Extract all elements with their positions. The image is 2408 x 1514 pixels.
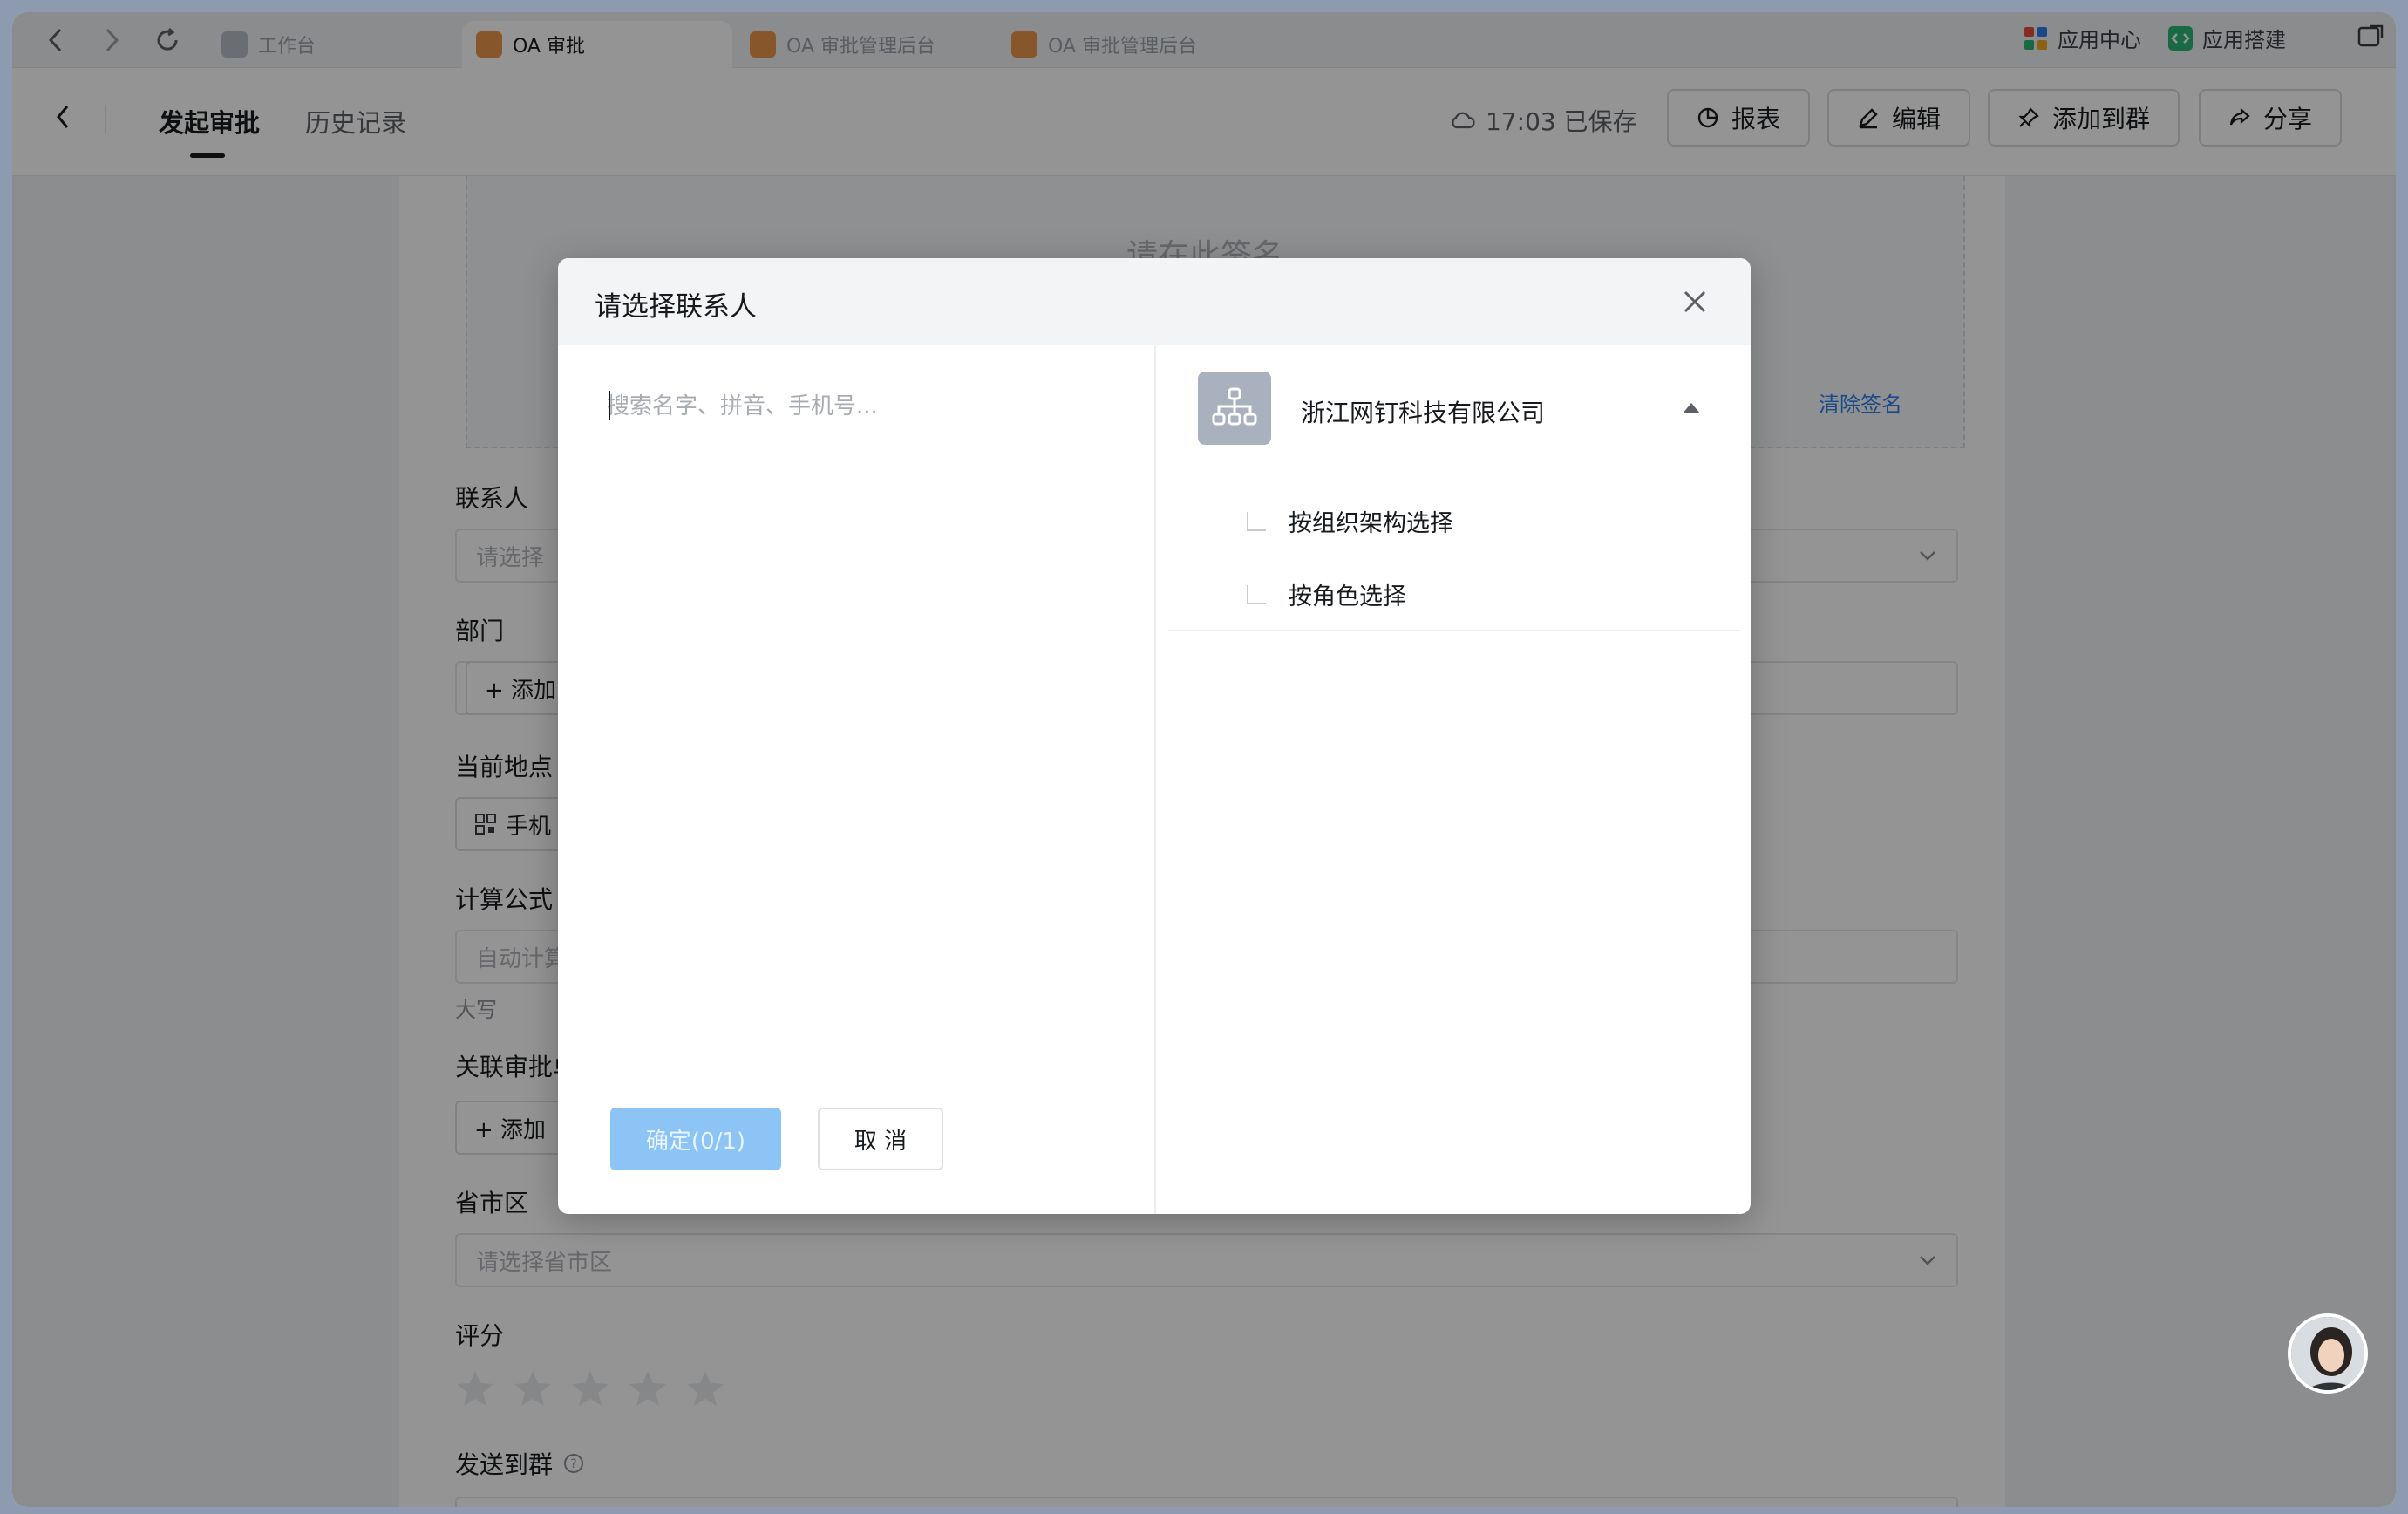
- organization-icon: [1198, 372, 1271, 445]
- select-by-role-option[interactable]: 按角色选择: [1247, 577, 1406, 611]
- dialog-header: 请选择联系人: [558, 258, 1751, 345]
- text-caret: [609, 391, 610, 420]
- close-icon: [1684, 290, 1706, 313]
- select-contact-dialog: 请选择联系人 确定(0/1) 取 消 浙江网钉科技有限公司 按组织架构选择: [558, 258, 1751, 1214]
- options-divider: [1168, 630, 1740, 631]
- confirm-button[interactable]: 确定(0/1): [610, 1108, 781, 1170]
- tree-branch-icon: [1247, 584, 1266, 604]
- tree-branch-icon: [1247, 511, 1266, 531]
- collapse-caret-icon[interactable]: [1683, 403, 1700, 413]
- close-button[interactable]: [1677, 284, 1712, 319]
- dialog-divider: [1154, 345, 1156, 1214]
- cancel-button[interactable]: 取 消: [818, 1108, 943, 1170]
- organization-name[interactable]: 浙江网钉科技有限公司: [1301, 394, 1545, 429]
- app-window: 工作台 OA 审批 OA 审批管理后台 OA 审批管理后台 应用中心 应用搭建: [12, 12, 2396, 1507]
- org-chart-icon: [1212, 387, 1257, 426]
- contact-search-input[interactable]: [607, 385, 1112, 427]
- select-by-org-option[interactable]: 按组织架构选择: [1247, 504, 1453, 538]
- assistant-avatar[interactable]: [2288, 1313, 2368, 1394]
- dialog-title: 请选择联系人: [595, 291, 757, 323]
